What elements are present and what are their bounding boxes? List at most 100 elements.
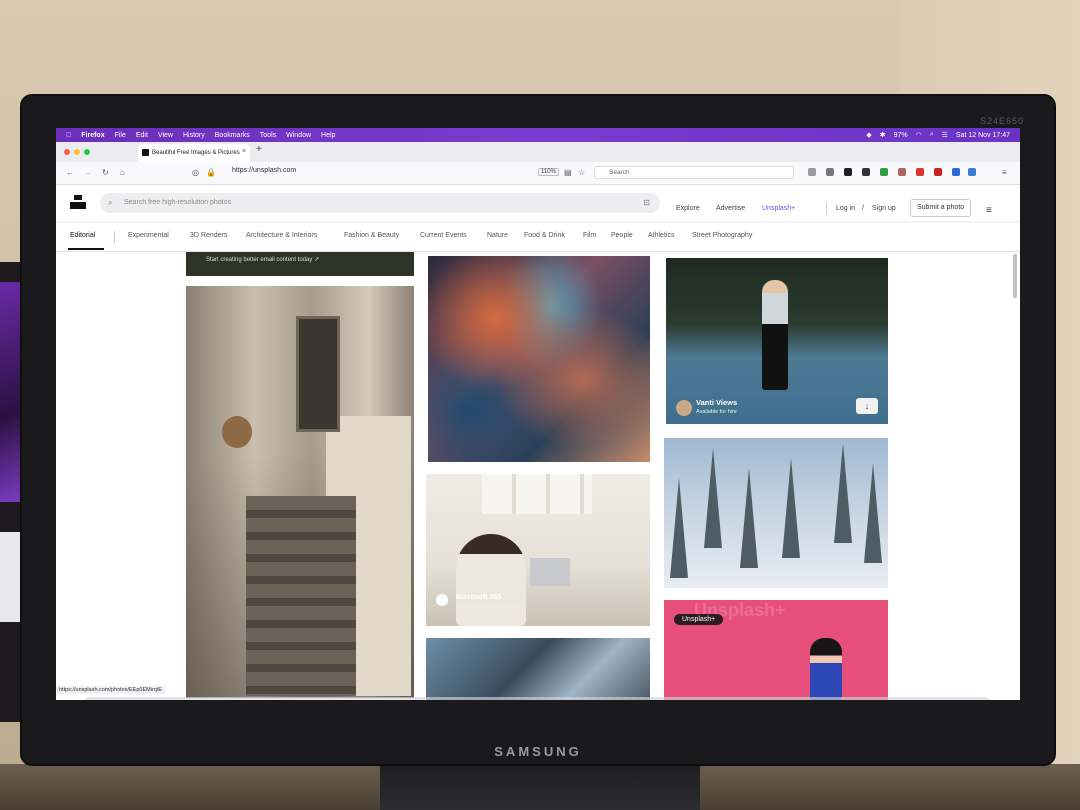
- downloads-icon[interactable]: [826, 168, 834, 176]
- zoom-window-button[interactable]: [84, 149, 90, 155]
- extension-icon[interactable]: [880, 168, 888, 176]
- browser-search-field[interactable]: Search: [594, 166, 794, 179]
- extension-icon[interactable]: [934, 168, 942, 176]
- tab-3d-renders[interactable]: 3D Renders: [190, 232, 227, 239]
- forward-icon[interactable]: →: [84, 168, 92, 177]
- tab-editorial[interactable]: Editorial: [70, 232, 95, 239]
- photographer-avatar[interactable]: [676, 400, 692, 416]
- url-field[interactable]: https://unsplash.com: [232, 167, 296, 174]
- nav-explore[interactable]: Explore: [676, 205, 700, 212]
- control-center-icon[interactable]: ☰: [942, 131, 948, 139]
- extension-icon[interactable]: [898, 168, 906, 176]
- submit-photo-button[interactable]: Submit a photo: [910, 199, 972, 217]
- tab-film[interactable]: Film: [583, 232, 596, 239]
- back-icon[interactable]: ←: [66, 168, 74, 177]
- close-window-button[interactable]: [64, 149, 70, 155]
- browser-toolbar: ← → ↻ ⌂ ◎ 🔒 https://unsplash.com 110% ▤ …: [56, 162, 1020, 185]
- signup-link[interactable]: Sign up: [872, 205, 896, 212]
- ad-subtitle[interactable]: Make the most of your 365 ↗: [456, 604, 527, 610]
- category-divider: [114, 231, 115, 243]
- new-tab-button[interactable]: +: [256, 144, 262, 155]
- unsplash-logo-icon[interactable]: [70, 195, 86, 209]
- unsplash-search-placeholder: Search free high-resolution photos: [124, 199, 232, 206]
- download-icon[interactable]: ↓: [856, 398, 878, 414]
- tab-athletics[interactable]: Athletics: [648, 232, 674, 239]
- photo-unsplash-plus[interactable]: Unsplash+ Unsplash+: [664, 600, 888, 700]
- tab-current-events[interactable]: Current Events: [420, 232, 467, 239]
- tab-close-icon[interactable]: ×: [242, 148, 246, 155]
- battery-percent[interactable]: 97%: [894, 132, 908, 139]
- promo-photo[interactable]: Start creating better email content toda…: [186, 252, 414, 276]
- monitor-brand: SAMSUNG: [494, 744, 582, 759]
- photo-partial[interactable]: [426, 638, 650, 700]
- tab-nature[interactable]: Nature: [487, 232, 508, 239]
- unsplash-search-input[interactable]: ⌕ Search free high-resolution photos ⊡: [100, 193, 660, 213]
- menu-app-name[interactable]: Firefox: [81, 132, 104, 139]
- nav-advertise[interactable]: Advertise: [716, 205, 745, 212]
- photo-microsoft-ad[interactable]: Microsoft 365 Make the most of your 365 …: [426, 474, 650, 626]
- screen:  Firefox File Edit View History Bookmar…: [56, 128, 1020, 700]
- photo-stairs[interactable]: [186, 286, 414, 698]
- translate-icon[interactable]: [952, 168, 960, 176]
- app-menu-icon[interactable]: ≡: [1002, 168, 1007, 177]
- tab-food-drink[interactable]: Food & Drink: [524, 232, 565, 239]
- microsoft-logo-icon: [436, 594, 448, 606]
- menu-clock[interactable]: Sat 12 Nov 17:47: [956, 132, 1010, 139]
- reload-icon[interactable]: ↻: [102, 168, 109, 177]
- minimize-window-button[interactable]: [74, 149, 80, 155]
- category-nav: Editorial Experimental 3D Renders Archit…: [56, 223, 1020, 252]
- photo-runner[interactable]: Vanti Views Available for hire ↓: [666, 258, 888, 424]
- extension-icon[interactable]: [844, 168, 852, 176]
- extension-icon[interactable]: [916, 168, 924, 176]
- tab-title: Beautiful Free Images & Pictures: [152, 150, 240, 156]
- shield-icon[interactable]: ◎: [192, 168, 199, 177]
- search-icon[interactable]: ⌕: [930, 131, 934, 139]
- menu-edit[interactable]: Edit: [136, 132, 148, 139]
- zoom-level[interactable]: 110%: [538, 168, 559, 176]
- bookmark-star-icon[interactable]: ☆: [578, 168, 585, 177]
- pocket-icon[interactable]: [808, 168, 816, 176]
- tab-people[interactable]: People: [611, 232, 633, 239]
- browser-tab[interactable]: Beautiful Free Images & Pictures ×: [138, 144, 250, 162]
- wifi-icon[interactable]: ◠: [916, 131, 922, 139]
- lock-icon[interactable]: 🔒: [206, 168, 216, 177]
- tab-experimental[interactable]: Experimental: [128, 232, 169, 239]
- tab-architecture[interactable]: Architecture & Interiors: [246, 232, 317, 239]
- extension-icon[interactable]: [968, 168, 976, 176]
- second-monitor-wallpaper: [0, 282, 20, 502]
- menu-status-area: ◆ ✱ 97% ◠ ⌕ ☰ Sat 12 Nov 17:47: [866, 131, 1010, 139]
- menu-bookmarks[interactable]: Bookmarks: [215, 132, 250, 139]
- photo-grid: Start creating better email content toda…: [56, 252, 1020, 700]
- second-monitor: [0, 262, 22, 722]
- unsplash-plus-badge[interactable]: Unsplash+: [674, 614, 724, 625]
- menu-tools[interactable]: Tools: [260, 132, 276, 139]
- nav-unsplash-plus[interactable]: Unsplash+: [762, 205, 795, 212]
- nav-slash: /: [862, 205, 864, 212]
- reader-view-icon[interactable]: ▤: [564, 168, 572, 177]
- macos-menu-bar:  Firefox File Edit View History Bookmar…: [56, 128, 1020, 142]
- photo-abstract-fluid[interactable]: [428, 256, 650, 462]
- page-scrollbar[interactable]: [1013, 254, 1017, 298]
- dropbox-icon[interactable]: ◆: [866, 131, 871, 139]
- home-icon[interactable]: ⌂: [120, 168, 125, 177]
- login-link[interactable]: Log in: [836, 205, 855, 212]
- menu-view[interactable]: View: [158, 132, 173, 139]
- active-tab-indicator: [68, 248, 104, 250]
- photo-snow-trees[interactable]: [664, 438, 888, 588]
- promo-caption: Start creating better email content toda…: [206, 257, 320, 263]
- extension-icon[interactable]: [862, 168, 870, 176]
- photographer-name[interactable]: Vanti Views: [696, 398, 737, 407]
- status-bar-url: https://unsplash.com/photos/EEp0EMirqtE: [56, 686, 166, 694]
- menu-window[interactable]: Window: [286, 132, 311, 139]
- menu-help[interactable]: Help: [321, 132, 335, 139]
- apple-icon[interactable]: : [66, 132, 71, 139]
- tab-street-photography[interactable]: Street Photography: [692, 232, 752, 239]
- visual-search-icon[interactable]: ⊡: [643, 198, 650, 207]
- keyboard-edge: [0, 532, 20, 622]
- browser-search-placeholder: Search: [609, 169, 630, 176]
- menu-file[interactable]: File: [115, 132, 126, 139]
- tab-fashion[interactable]: Fashion & Beauty: [344, 232, 399, 239]
- hamburger-menu-icon[interactable]: ≡: [986, 205, 992, 216]
- menu-history[interactable]: History: [183, 132, 205, 139]
- bluetooth-icon[interactable]: ✱: [880, 131, 886, 139]
